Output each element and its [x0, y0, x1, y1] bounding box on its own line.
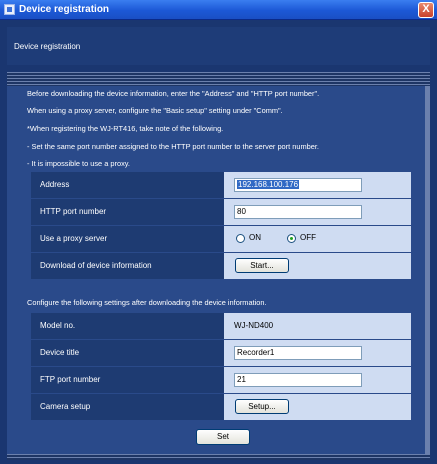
model-cell: WJ-ND400 — [224, 313, 411, 339]
ftp-port-cell: 21 — [224, 367, 411, 393]
proxy-label: Use a proxy server — [31, 226, 224, 252]
camera-setup-label: Camera setup — [31, 394, 224, 420]
proxy-row: Use a proxy server ON OFF — [31, 226, 411, 252]
ftp-port-row: FTP port number 21 — [31, 367, 411, 393]
download-cell: Start... — [224, 253, 411, 279]
start-button[interactable]: Start... — [235, 258, 289, 273]
address-input[interactable]: 192.168.100.176 — [234, 178, 362, 192]
note-line: - It is impossible to use a proxy. — [27, 159, 130, 168]
http-port-label: HTTP port number — [31, 199, 224, 225]
note-line: *When registering the WJ-RT416, take not… — [27, 124, 224, 133]
model-row: Model no. WJ-ND400 — [31, 313, 411, 339]
setup-button[interactable]: Setup... — [235, 399, 289, 414]
window-title: Device registration — [19, 4, 110, 15]
top-divider — [7, 72, 430, 86]
app-icon — [4, 4, 15, 15]
ftp-port-input[interactable]: 21 — [234, 373, 362, 387]
close-button[interactable]: X — [418, 2, 434, 18]
proxy-on-radio[interactable] — [236, 234, 245, 243]
camera-setup-row: Camera setup Setup... — [31, 394, 411, 420]
download-label: Download of device information — [31, 253, 224, 279]
model-value: WJ-ND400 — [234, 321, 274, 330]
device-title-label: Device title — [31, 340, 224, 366]
note-line: - Set the same port number assigned to t… — [27, 142, 319, 151]
device-title-row: Device title Recorder1 — [31, 340, 411, 366]
proxy-cell: ON OFF — [224, 226, 411, 252]
address-cell: 192.168.100.176 — [224, 172, 411, 198]
device-title-input[interactable]: Recorder1 — [234, 346, 362, 360]
http-port-cell: 80 — [224, 199, 411, 225]
proxy-off-label: OFF — [300, 233, 316, 242]
download-row: Download of device information Start... — [31, 253, 411, 279]
camera-setup-cell: Setup... — [224, 394, 411, 420]
proxy-on-label: ON — [249, 233, 261, 242]
page-header: Device registration — [7, 27, 430, 65]
note-line: When using a proxy server, configure the… — [27, 106, 283, 115]
title-bar: Device registration X — [0, 0, 437, 20]
address-value: 192.168.100.176 — [237, 180, 300, 189]
set-button[interactable]: Set — [196, 429, 250, 445]
note-line: Before downloading the device informatio… — [27, 89, 320, 98]
device-title-cell: Recorder1 — [224, 340, 411, 366]
address-row: Address 192.168.100.176 — [31, 172, 411, 198]
section2-note: Configure the following settings after d… — [27, 298, 267, 307]
page-title: Device registration — [14, 42, 81, 51]
address-label: Address — [31, 172, 224, 198]
ftp-port-label: FTP port number — [31, 367, 224, 393]
model-label: Model no. — [31, 313, 224, 339]
http-port-row: HTTP port number 80 — [31, 199, 411, 225]
bottom-divider — [7, 454, 430, 460]
http-port-input[interactable]: 80 — [234, 205, 362, 219]
proxy-off-radio[interactable] — [287, 234, 296, 243]
